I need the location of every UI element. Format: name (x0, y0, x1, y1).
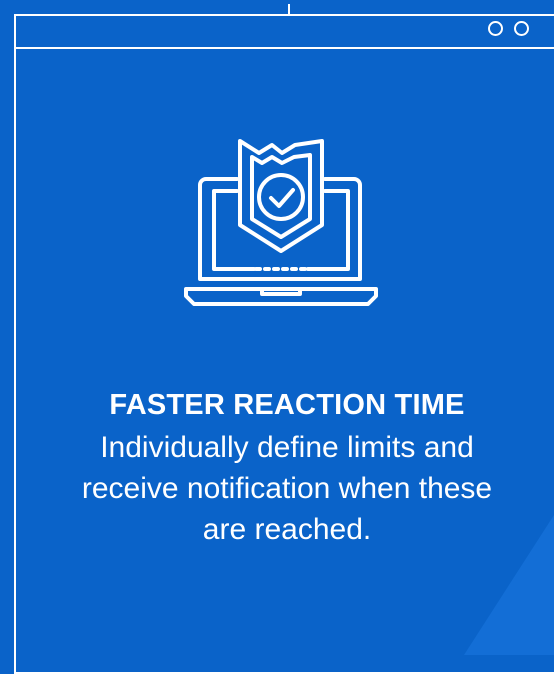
feature-description: Individually define limits and receive n… (81, 431, 493, 546)
window-control-circle-icon[interactable] (488, 21, 503, 36)
frame-tick (288, 4, 290, 14)
feature-heading: FASTER REACTION TIME (109, 389, 465, 421)
laptop-shield-check-icon (184, 139, 378, 306)
window-titlebar (14, 14, 554, 49)
window-control-circle-icon[interactable] (514, 21, 529, 36)
feature-text: FASTER REACTION TIME Individually define… (40, 385, 534, 550)
window-frame (14, 14, 554, 674)
